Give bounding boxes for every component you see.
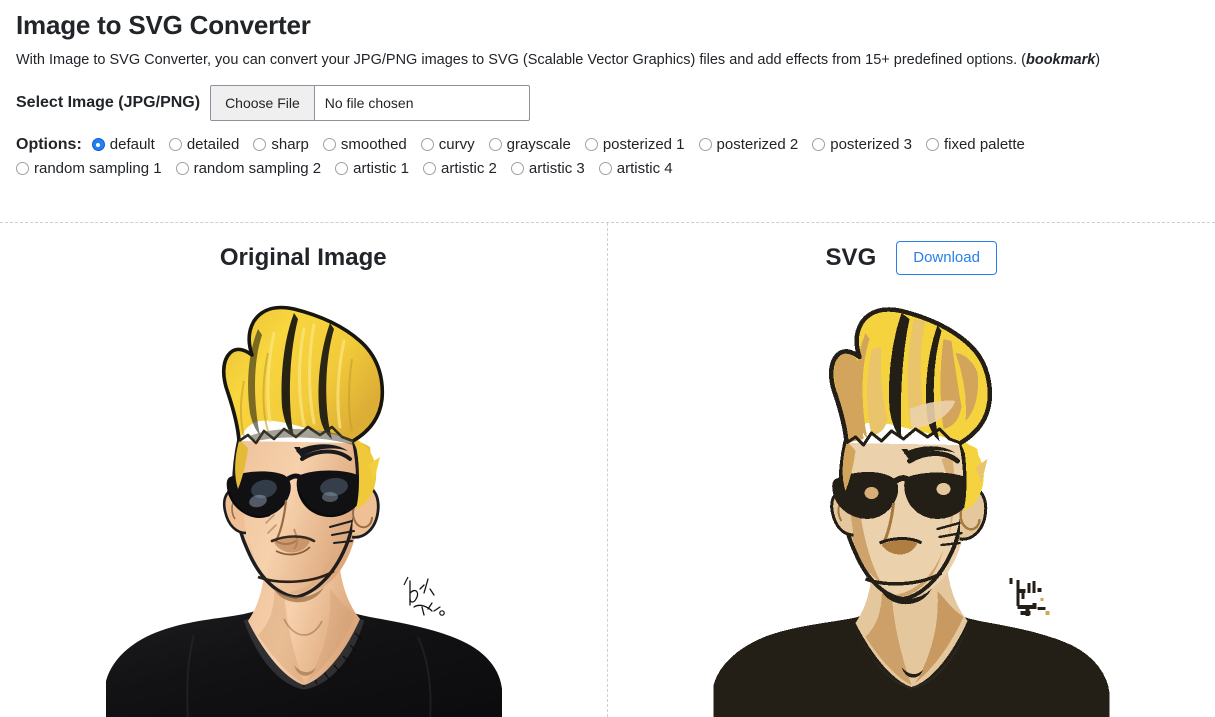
choose-file-button[interactable]: Choose File xyxy=(211,85,315,120)
original-image-svg xyxy=(98,289,509,717)
radio-icon[interactable] xyxy=(91,138,105,152)
option-smoothed[interactable]: smoothed xyxy=(322,136,407,154)
radio-icon[interactable] xyxy=(423,161,437,175)
svg-panel: SVG Download xyxy=(608,223,1215,717)
option-detailed[interactable]: detailed xyxy=(168,136,240,154)
description-text-before: With Image to SVG Converter, you can con… xyxy=(16,52,1026,69)
option-label: random sampling 2 xyxy=(193,159,322,177)
options-section: Options: default detailed sharp smoothed… xyxy=(16,135,1199,176)
original-panel-title: Original Image xyxy=(219,244,387,271)
file-select-row: Select Image (JPG/PNG) Choose File No fi… xyxy=(16,84,1199,121)
radio-icon[interactable] xyxy=(168,138,182,152)
radio-icon[interactable] xyxy=(812,138,826,152)
option-posterized-3[interactable]: posterized 3 xyxy=(812,137,912,152)
option-default[interactable]: default xyxy=(91,136,155,154)
option-label: sharp xyxy=(271,136,309,154)
header-section: Image to SVG Converter With Image to SVG… xyxy=(0,0,1215,176)
option-fixed-palette[interactable]: fixed palette xyxy=(925,136,1025,154)
radio-icon[interactable] xyxy=(584,138,598,152)
option-artistic-2[interactable]: artistic 2 xyxy=(423,161,497,176)
radio-icon[interactable] xyxy=(16,161,29,175)
option-curvy[interactable]: curvy xyxy=(420,136,475,154)
radio-icon[interactable] xyxy=(925,138,939,152)
option-label: artistic 1 xyxy=(353,159,410,177)
page-title: Image to SVG Converter xyxy=(16,10,311,40)
radio-icon[interactable] xyxy=(488,138,502,152)
option-label: posterized 2 xyxy=(716,136,799,154)
options-row-2: random sampling 1 random sampling 2 arti… xyxy=(16,161,1199,176)
option-label: detailed xyxy=(186,136,240,154)
option-artistic-1[interactable]: artistic 1 xyxy=(335,161,409,176)
option-posterized-2[interactable]: posterized 2 xyxy=(698,136,799,154)
converted-image-svg xyxy=(703,289,1119,717)
preview-panels: Original Image SVG Download xyxy=(0,222,1215,717)
radio-icon[interactable] xyxy=(698,138,712,152)
file-input[interactable]: Choose File No file chosen xyxy=(210,84,531,121)
option-label: grayscale xyxy=(506,136,571,154)
option-random-sampling-2[interactable]: random sampling 2 xyxy=(175,159,322,177)
option-label: default xyxy=(109,136,155,154)
bookmark-link[interactable]: bookmark xyxy=(1026,52,1095,68)
option-artistic-4[interactable]: artistic 4 xyxy=(598,159,673,177)
option-grayscale[interactable]: grayscale xyxy=(488,136,571,154)
download-button[interactable]: Download xyxy=(896,240,997,276)
option-label: artistic 2 xyxy=(441,159,497,177)
option-label: fixed palette xyxy=(943,136,1025,154)
radio-icon[interactable] xyxy=(175,161,189,175)
original-image xyxy=(98,289,509,717)
option-label: artistic 3 xyxy=(528,159,585,177)
description-text-after: ) xyxy=(1095,52,1101,69)
converter-page: Image to SVG Converter With Image to SVG… xyxy=(0,0,1215,717)
radio-icon[interactable] xyxy=(510,161,524,175)
option-artistic-3[interactable]: artistic 3 xyxy=(510,159,585,177)
option-label: posterized 1 xyxy=(602,136,685,154)
radio-icon[interactable] xyxy=(598,161,612,175)
option-label: posterized 3 xyxy=(830,136,912,154)
original-panel: Original Image xyxy=(0,223,608,717)
svg-panel-header: SVG Download xyxy=(608,223,1215,289)
option-posterized-1[interactable]: posterized 1 xyxy=(584,136,685,154)
original-panel-header: Original Image xyxy=(0,223,607,289)
option-label: smoothed xyxy=(340,136,407,154)
radio-icon[interactable] xyxy=(420,138,434,152)
file-select-label: Select Image (JPG/PNG) xyxy=(16,93,201,111)
file-name-text: No file chosen xyxy=(324,94,414,111)
option-label: random sampling 1 xyxy=(34,159,162,177)
option-label: curvy xyxy=(438,136,475,154)
options-label: Options: xyxy=(16,135,82,153)
svg-image xyxy=(703,289,1119,717)
option-random-sampling-1[interactable]: random sampling 1 xyxy=(16,161,162,176)
option-sharp[interactable]: sharp xyxy=(253,137,309,152)
radio-icon[interactable] xyxy=(322,138,336,152)
radio-icon[interactable] xyxy=(335,161,349,175)
option-label: artistic 4 xyxy=(616,159,673,177)
svg-panel-title: SVG xyxy=(825,244,877,271)
svg-image-area xyxy=(608,289,1215,717)
options-row-1: Options: default detailed sharp smoothed… xyxy=(16,135,1199,154)
original-image-area xyxy=(0,289,607,717)
page-description: With Image to SVG Converter, you can con… xyxy=(16,51,1199,71)
radio-icon[interactable] xyxy=(253,138,267,152)
